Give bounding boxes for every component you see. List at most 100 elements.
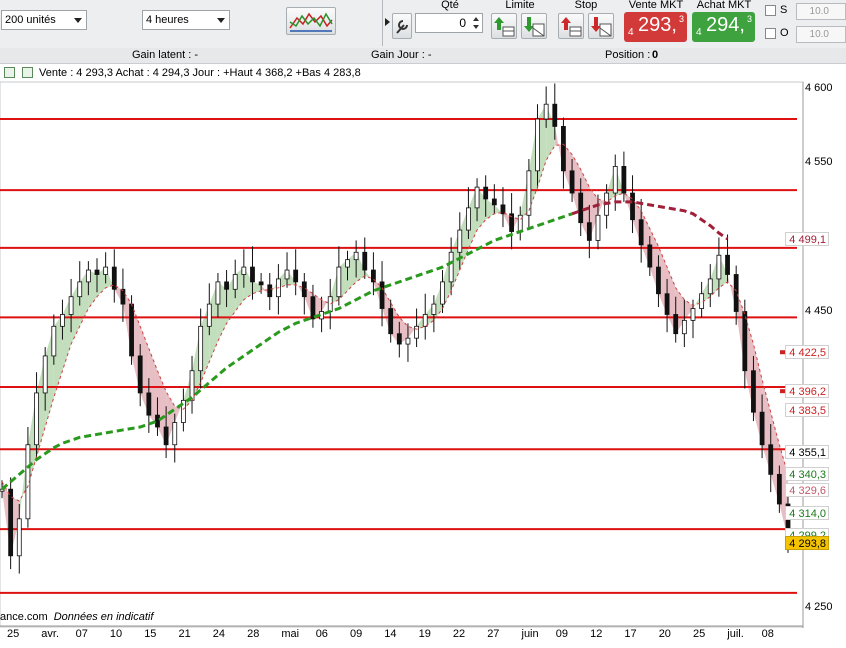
candle-body xyxy=(94,269,100,275)
candle-body xyxy=(215,281,221,305)
candle-body xyxy=(146,392,152,416)
candle-body xyxy=(448,251,454,283)
candle-body xyxy=(526,170,532,216)
candle-body xyxy=(120,288,126,305)
x-tick-label: 22 xyxy=(452,628,466,640)
collapse-arrow-icon[interactable] xyxy=(385,18,390,26)
x-tick-label: 12 xyxy=(590,628,603,640)
x-tick-label: juin xyxy=(521,628,539,640)
candle-body xyxy=(362,251,368,271)
candle-body xyxy=(77,281,83,298)
y-tick-label: 4 550 xyxy=(805,156,833,169)
stepper-down-icon[interactable] xyxy=(473,25,479,29)
price-level-label: 4 396,2 xyxy=(785,384,829,399)
o-value-input[interactable]: 10.0 xyxy=(796,26,846,43)
candle-body xyxy=(379,281,385,309)
price-level-label: 4 340,3 xyxy=(785,466,829,481)
footer-source: ance.com xyxy=(0,611,48,623)
sell-price: 293, xyxy=(638,14,677,36)
candle-body xyxy=(543,103,549,120)
chevron-down-icon xyxy=(74,18,82,23)
sell-mkt-button[interactable]: 4 293, 3 xyxy=(624,12,687,42)
limit-sell-icon xyxy=(524,17,545,37)
candle-body xyxy=(759,411,765,446)
candle-body xyxy=(284,269,290,280)
qty-input[interactable]: 0 xyxy=(415,13,483,33)
y-tick-label: 4 600 xyxy=(805,82,833,95)
candle-body xyxy=(595,214,601,241)
sell-price-prefix: 4 xyxy=(628,27,634,38)
qty-label: Qté xyxy=(441,0,459,11)
wrench-icon xyxy=(396,20,408,34)
position-label: Position : xyxy=(605,49,651,61)
candle-body xyxy=(638,219,644,246)
x-tick-label: 25 xyxy=(7,628,20,640)
o-checkbox[interactable] xyxy=(765,28,776,39)
order-toolbar: 200 unités 4 heures Qté 0 Limite Stop Ve… xyxy=(0,0,846,49)
price-chart[interactable] xyxy=(0,63,846,648)
s-value-input[interactable]: 10.0 xyxy=(796,3,846,20)
s-value: 10.0 xyxy=(809,6,829,17)
candle-body xyxy=(8,488,14,557)
buy-price: 294, xyxy=(706,14,745,36)
candle-body xyxy=(647,244,653,268)
s-checkbox[interactable] xyxy=(765,5,776,16)
candle-body xyxy=(422,314,428,327)
price-level-label: 4 293,8 xyxy=(785,535,829,550)
candle-body xyxy=(742,311,748,372)
buy-mkt-label: Achat MKT xyxy=(696,0,752,11)
x-tick-label: juil. xyxy=(727,628,744,640)
price-level-label: 4 314,0 xyxy=(785,505,829,520)
candle-body xyxy=(552,103,558,127)
candle-body xyxy=(137,355,143,394)
limit-sell-button[interactable] xyxy=(521,13,547,39)
stepper-up-icon[interactable] xyxy=(473,17,479,21)
candle-body xyxy=(431,303,437,315)
x-tick-label: 06 xyxy=(315,628,328,640)
plus-icon[interactable] xyxy=(22,67,33,78)
x-tick-label: 09 xyxy=(350,628,363,640)
candle-body xyxy=(561,126,566,172)
x-tick-label: 21 xyxy=(178,628,191,640)
units-select[interactable]: 200 unités xyxy=(1,10,87,30)
gain-bar: Gain latent : - Gain Jour : - Position :… xyxy=(0,48,846,64)
buy-mkt-button[interactable]: 4 294, 3 xyxy=(692,12,755,42)
period-select[interactable]: 4 heures xyxy=(142,10,230,30)
candle-body xyxy=(414,325,419,339)
stop-buy-button[interactable] xyxy=(558,13,584,39)
price-level-label: 4 329,6 xyxy=(785,482,829,497)
candle-body xyxy=(241,266,247,275)
price-level-label: 4 355,1 xyxy=(785,445,829,460)
wrench-button[interactable] xyxy=(392,13,412,39)
limit-buy-button[interactable] xyxy=(491,13,517,39)
o-label: O xyxy=(780,27,789,39)
stop-sell-button[interactable] xyxy=(588,13,614,39)
minimize-icon[interactable] xyxy=(4,67,15,78)
price-level-label: 4 422,5 xyxy=(785,345,829,360)
price-level-label: 4 499,1 xyxy=(785,231,829,246)
chart-footer: ance.com Données en indicatif xyxy=(0,611,153,623)
candle-body xyxy=(578,192,584,224)
candle-body xyxy=(129,303,134,357)
candle-body xyxy=(673,314,679,335)
candle-body xyxy=(206,303,212,327)
candle-body xyxy=(483,186,489,200)
buy-price-decimal: 3 xyxy=(746,14,752,24)
candle-body xyxy=(776,473,782,505)
candle-body xyxy=(232,274,238,290)
toolbar-separator xyxy=(382,0,383,46)
candle-body xyxy=(440,281,445,305)
candle-body xyxy=(198,325,204,372)
limit-buy-icon xyxy=(494,17,515,37)
position-value: 0 xyxy=(652,49,659,61)
x-tick-label: 08 xyxy=(761,628,774,640)
candle-body xyxy=(396,333,402,345)
stop-sell-icon xyxy=(591,17,612,37)
sell-price-decimal: 3 xyxy=(678,14,684,24)
candle-body xyxy=(725,254,730,275)
stop-label: Stop xyxy=(574,0,598,11)
candle-body xyxy=(586,222,592,241)
indicators-button[interactable] xyxy=(286,7,336,35)
candle-body xyxy=(189,370,195,401)
x-tick-label: 27 xyxy=(487,628,500,640)
